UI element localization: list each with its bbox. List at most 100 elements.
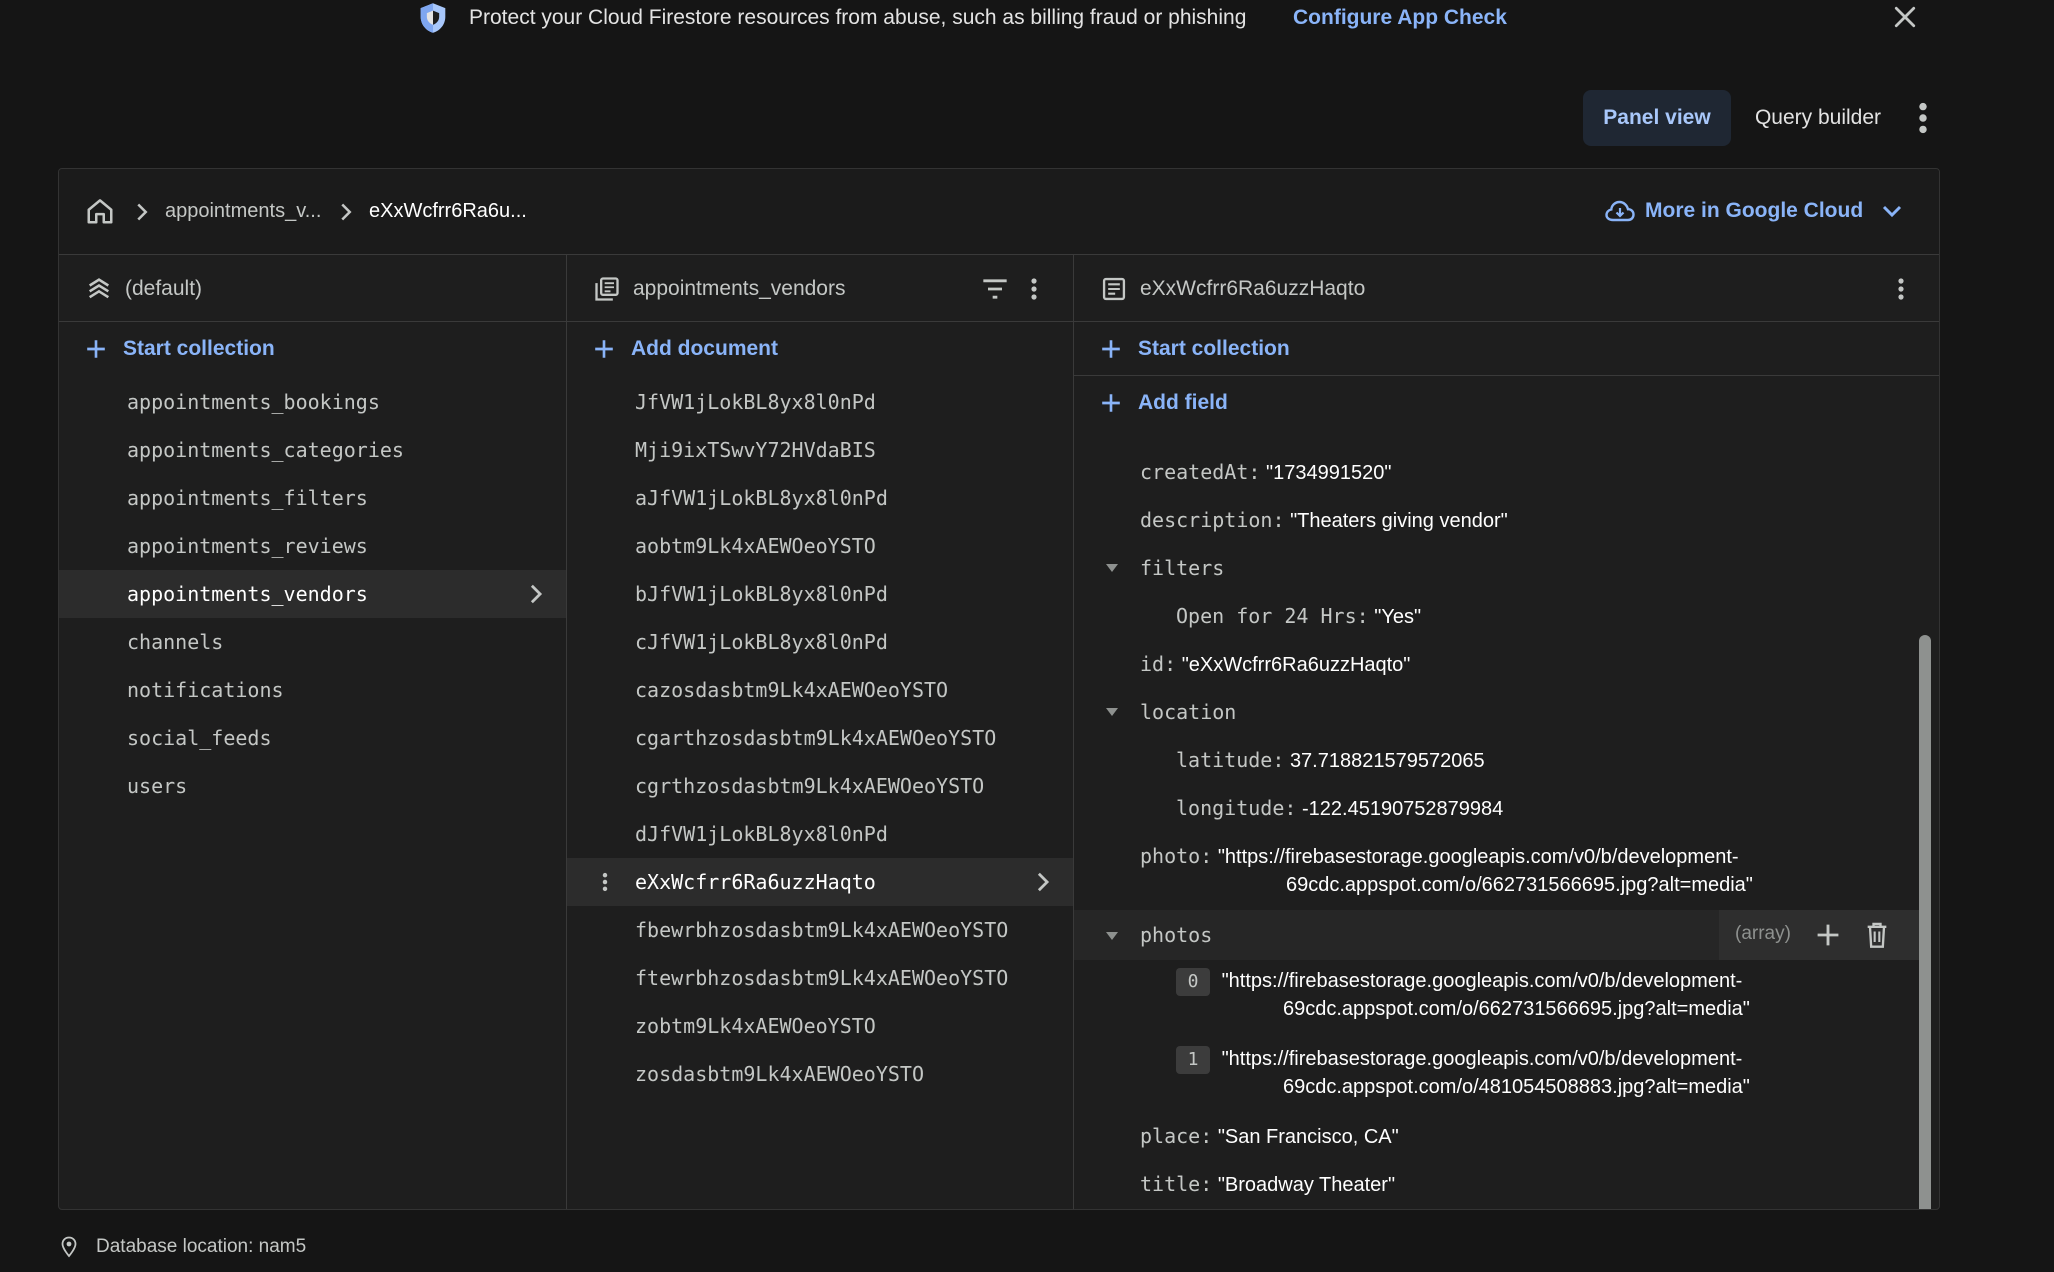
plus-icon xyxy=(595,340,613,358)
more-in-google-cloud-label: More in Google Cloud xyxy=(1645,199,1864,222)
more-vert-icon[interactable] xyxy=(1029,275,1039,303)
start-collection-label: Start collection xyxy=(1138,336,1290,360)
chevron-right-icon xyxy=(137,203,148,221)
data-panel: appointments_v... eXxWcfrr6Ra6u... More … xyxy=(58,168,1940,1210)
field-longitude[interactable]: longitude: -122.45190752879984 xyxy=(1176,796,1924,821)
document-list: JfVW1jLokBL8yx8l0nPd Mji9ixTSwvY72HVdaBI… xyxy=(567,378,1073,1098)
breadcrumb: appointments_v... eXxWcfrr6Ra6u... More … xyxy=(59,169,1939,255)
field-place[interactable]: place: "San Francisco, CA" xyxy=(1140,1124,1924,1149)
document-item[interactable]: bJfVW1jLokBL8yx8l0nPd xyxy=(567,570,1073,618)
plus-icon xyxy=(1102,339,1120,358)
more-vert-icon[interactable] xyxy=(1896,275,1906,303)
caret-down-icon[interactable] xyxy=(1104,930,1120,942)
add-document-button[interactable]: Add document xyxy=(567,322,1073,376)
document-item[interactable]: aJfVW1jLokBL8yx8l0nPd xyxy=(567,474,1073,522)
add-field-label: Add field xyxy=(1138,391,1228,414)
collection-item[interactable]: appointments_filters xyxy=(59,474,566,522)
field-location[interactable]: location xyxy=(1140,700,1924,725)
collection-item[interactable]: social_feeds xyxy=(59,714,566,762)
collection-item-selected[interactable]: appointments_vendors xyxy=(59,570,566,618)
document-icon xyxy=(1102,277,1126,301)
breadcrumb-collection[interactable]: appointments_v... xyxy=(165,200,321,223)
field-photos-key: photos xyxy=(1140,923,1213,947)
home-icon[interactable] xyxy=(85,196,115,226)
close-icon[interactable] xyxy=(1890,2,1920,32)
chevron-right-icon xyxy=(341,203,352,221)
collection-column-header: appointments_vendors xyxy=(567,255,1073,322)
collection-item[interactable]: appointments_reviews xyxy=(59,522,566,570)
query-builder-button[interactable]: Query builder xyxy=(1740,90,1896,146)
array-type-tag: (array) xyxy=(1719,910,1924,960)
array-type-label: (array) xyxy=(1735,923,1791,944)
breadcrumb-document[interactable]: eXxWcfrr6Ra6u... xyxy=(369,200,527,223)
document-item[interactable]: dJfVW1jLokBL8yx8l0nPd xyxy=(567,810,1073,858)
document-item[interactable]: cgrthzosdasbtm9Lk4xAEWOeoYSTO xyxy=(567,762,1073,810)
field-photos-row[interactable]: photos (array) xyxy=(1074,910,1924,960)
collection-item[interactable]: appointments_categories xyxy=(59,426,566,474)
field-photo-continued: 69cdc.appspot.com/o/662731566695.jpg?alt… xyxy=(1286,874,1753,896)
field-id[interactable]: id: "eXxWcfrr6Ra6uzzHaqto" xyxy=(1140,652,1924,677)
chevron-right-icon xyxy=(530,584,543,604)
plus-icon[interactable] xyxy=(1815,922,1841,948)
collection-column: appointments_vendors Add document JfVW1j… xyxy=(567,255,1074,1209)
configure-app-check-link[interactable]: Configure App Check xyxy=(1293,6,1507,30)
field-filters[interactable]: filters xyxy=(1140,556,1924,581)
plus-icon xyxy=(87,340,105,358)
document-item[interactable]: ftewrbhzosdasbtm9Lk4xAEWOeoYSTO xyxy=(567,954,1073,1002)
start-subcollection-button[interactable]: Start collection xyxy=(1074,322,1939,376)
collection-item[interactable]: appointments_bookings xyxy=(59,378,566,426)
database-location-label: Database location: nam5 xyxy=(96,1236,307,1257)
chevron-down-icon xyxy=(1883,205,1902,218)
caret-down-icon[interactable] xyxy=(1104,706,1120,718)
plus-icon xyxy=(1102,394,1120,412)
collection-item[interactable]: channels xyxy=(59,618,566,666)
collection-icon xyxy=(595,277,619,301)
document-column-header: eXxWcfrr6Ra6uzzHaqto xyxy=(1074,255,1939,322)
field-list-scrollbar[interactable] xyxy=(1919,635,1931,1209)
more-in-google-cloud-button[interactable]: More in Google Cloud xyxy=(1605,191,1903,231)
document-item[interactable]: cazosdasbtm9Lk4xAEWOeoYSTO xyxy=(567,666,1073,714)
add-document-label: Add document xyxy=(631,337,778,360)
start-collection-label: Start collection xyxy=(123,337,275,360)
field-filters-open24[interactable]: Open for 24 Hrs: "Yes" xyxy=(1176,604,1924,629)
more-vert-icon[interactable] xyxy=(1908,98,1938,138)
more-vert-icon[interactable] xyxy=(600,870,610,894)
document-item[interactable]: zobtm9Lk4xAEWOeoYSTO xyxy=(567,1002,1073,1050)
photos-item-1-continued: 69cdc.appspot.com/o/481054508883.jpg?alt… xyxy=(1283,1076,1750,1098)
root-column-title: (default) xyxy=(125,277,203,300)
document-item[interactable]: cgarthzosdasbtm9Lk4xAEWOeoYSTO xyxy=(567,714,1073,762)
document-column-title: eXxWcfrr6Ra6uzzHaqto xyxy=(1140,277,1366,300)
document-item[interactable]: JfVW1jLokBL8yx8l0nPd xyxy=(567,378,1073,426)
root-column-header: (default) xyxy=(59,255,566,322)
database-location: Database location: nam5 xyxy=(60,1232,306,1262)
banner-message: Protect your Cloud Firestore resources f… xyxy=(469,6,1247,29)
cloud-icon xyxy=(1605,200,1635,222)
app-check-banner: Protect your Cloud Firestore resources f… xyxy=(0,0,2054,38)
field-photo[interactable]: photo: "https://firebasestorage.googleap… xyxy=(1140,844,1924,869)
root-column: (default) Start collection appointments_… xyxy=(59,255,567,1209)
field-createdAt[interactable]: createdAt: "1734991520" xyxy=(1140,460,1924,485)
collection-column-title: appointments_vendors xyxy=(633,277,846,300)
field-title[interactable]: title: "Broadway Theater" xyxy=(1140,1172,1924,1197)
photos-item-0[interactable]: 0 "https://firebasestorage.googleapis.co… xyxy=(1176,968,1924,996)
document-item[interactable]: Mji9ixTSwvY72HVdaBIS xyxy=(567,426,1073,474)
photos-item-1[interactable]: 1 "https://firebasestorage.googleapis.co… xyxy=(1176,1046,1924,1074)
collection-item[interactable]: users xyxy=(59,762,566,810)
field-description[interactable]: description: "Theaters giving vendor" xyxy=(1140,508,1924,533)
filter-icon[interactable] xyxy=(981,277,1009,301)
panel-view-button[interactable]: Panel view xyxy=(1583,90,1731,146)
start-collection-button[interactable]: Start collection xyxy=(59,322,566,376)
document-item[interactable]: cJfVW1jLokBL8yx8l0nPd xyxy=(567,618,1073,666)
location-pin-icon xyxy=(61,1236,77,1258)
document-item[interactable]: fbewrbhzosdasbtm9Lk4xAEWOeoYSTO xyxy=(567,906,1073,954)
document-item[interactable]: zosdasbtm9Lk4xAEWOeoYSTO xyxy=(567,1050,1073,1098)
document-item-selected[interactable]: eXxWcfrr6Ra6uzzHaqto xyxy=(567,858,1073,906)
database-icon xyxy=(88,278,110,299)
collection-item[interactable]: notifications xyxy=(59,666,566,714)
field-latitude[interactable]: latitude: 37.718821579572065 xyxy=(1176,748,1924,773)
add-field-button[interactable]: Add field xyxy=(1074,376,1939,430)
chevron-right-icon xyxy=(1037,872,1050,892)
document-item[interactable]: aobtm9Lk4xAEWOeoYSTO xyxy=(567,522,1073,570)
caret-down-icon[interactable] xyxy=(1104,562,1120,574)
delete-icon[interactable] xyxy=(1865,921,1889,949)
